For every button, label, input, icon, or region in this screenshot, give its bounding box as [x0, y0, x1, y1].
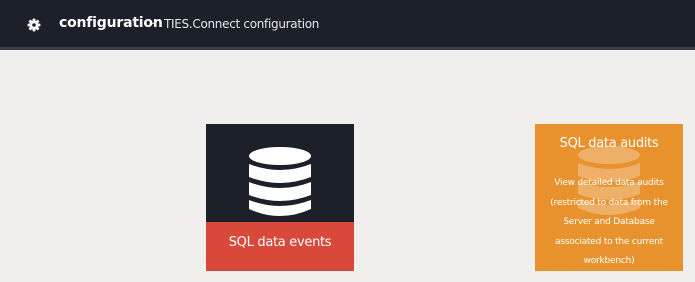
tile-label: SQL data audits	[559, 136, 659, 151]
tile-sql-data-audits[interactable]: SQL data audits View detailed data audit…	[535, 124, 683, 271]
tile-label: SQL data events	[206, 222, 354, 271]
top-bar: configuration - TIES.Connect configurati…	[0, 0, 695, 50]
database-icon	[249, 147, 311, 216]
page-subtitle: TIES.Connect configuration	[164, 17, 320, 31]
page-title: configuration	[59, 15, 163, 31]
title-separator: -	[152, 16, 157, 31]
gear-icon[interactable]	[27, 18, 41, 32]
tile-sql-data-events[interactable]: SQL data events	[206, 124, 354, 271]
tile-description: View detailed data audits (restricted to…	[550, 178, 668, 266]
